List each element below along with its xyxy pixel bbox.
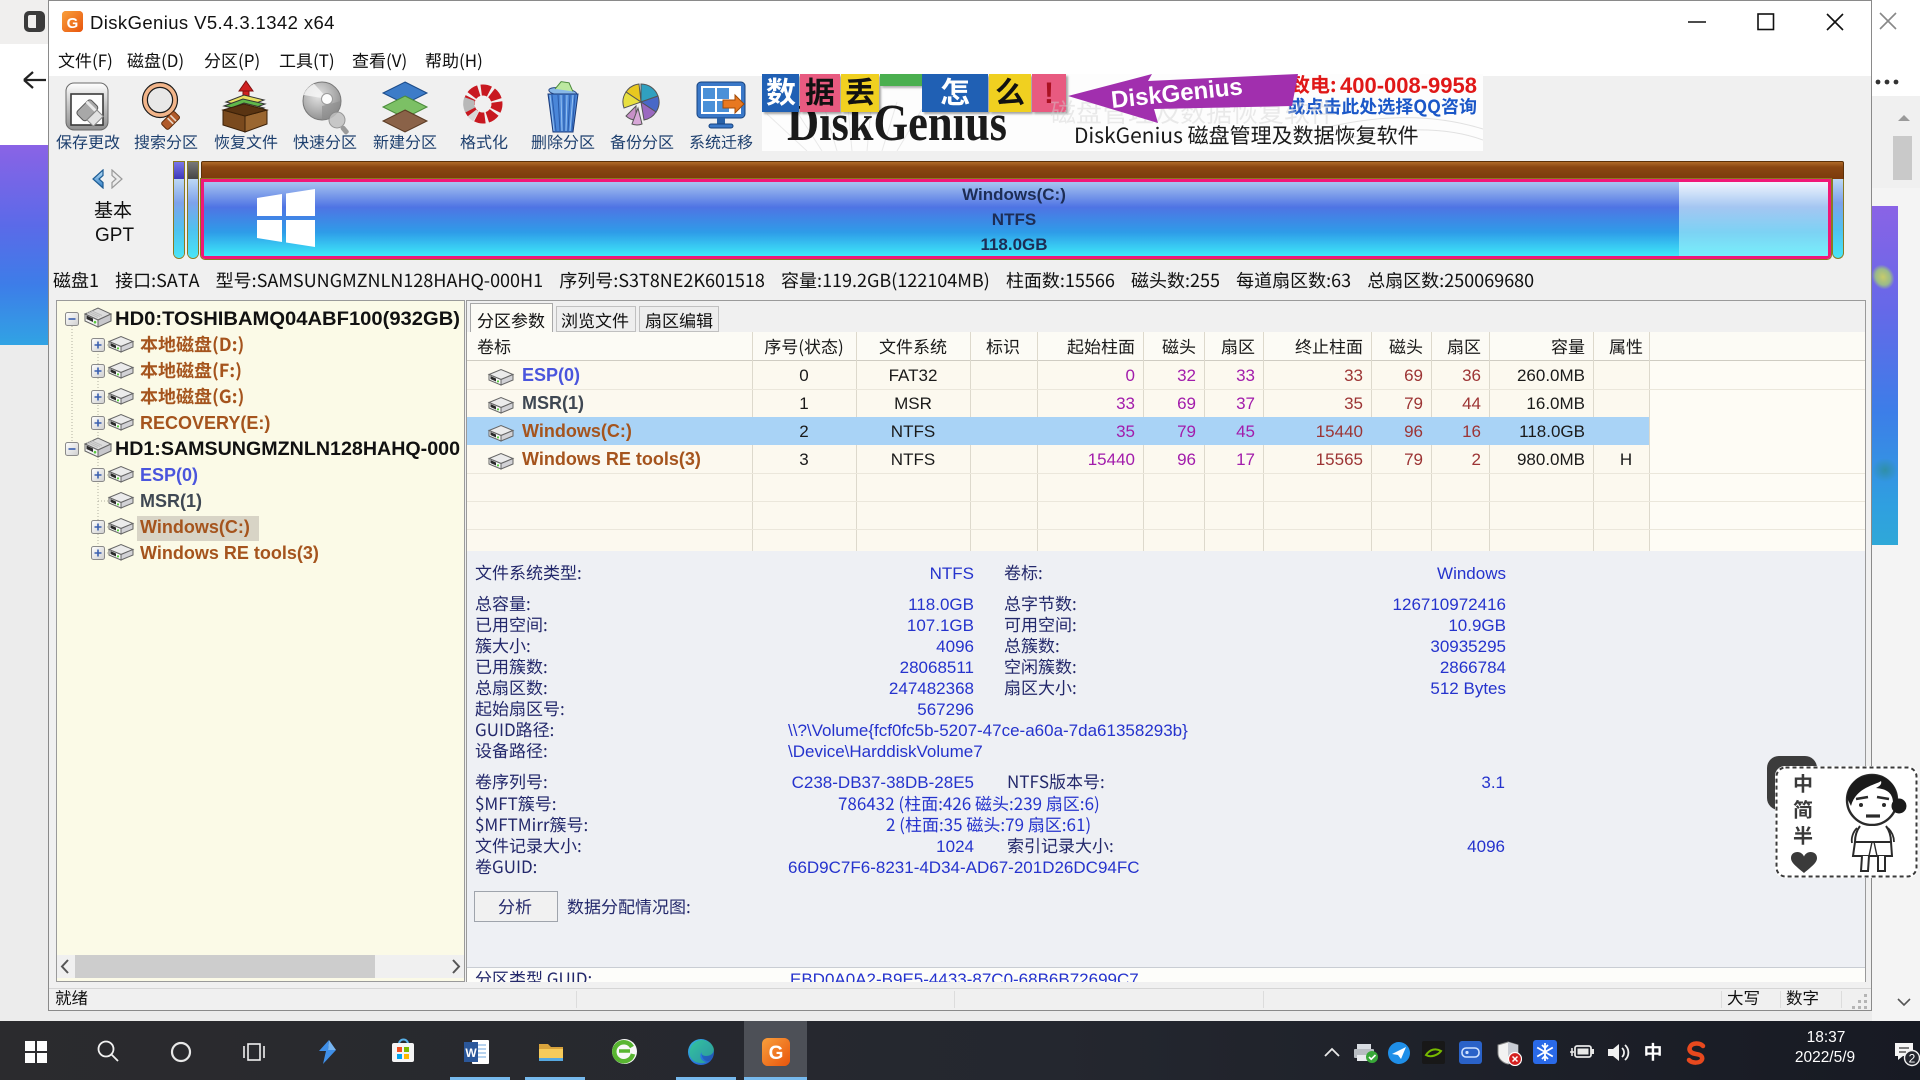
svg-text:2: 2 bbox=[1909, 1052, 1916, 1066]
svg-text:W: W bbox=[465, 1046, 477, 1060]
svg-text:G: G bbox=[67, 15, 79, 32]
svg-text:G: G bbox=[769, 1043, 784, 1064]
